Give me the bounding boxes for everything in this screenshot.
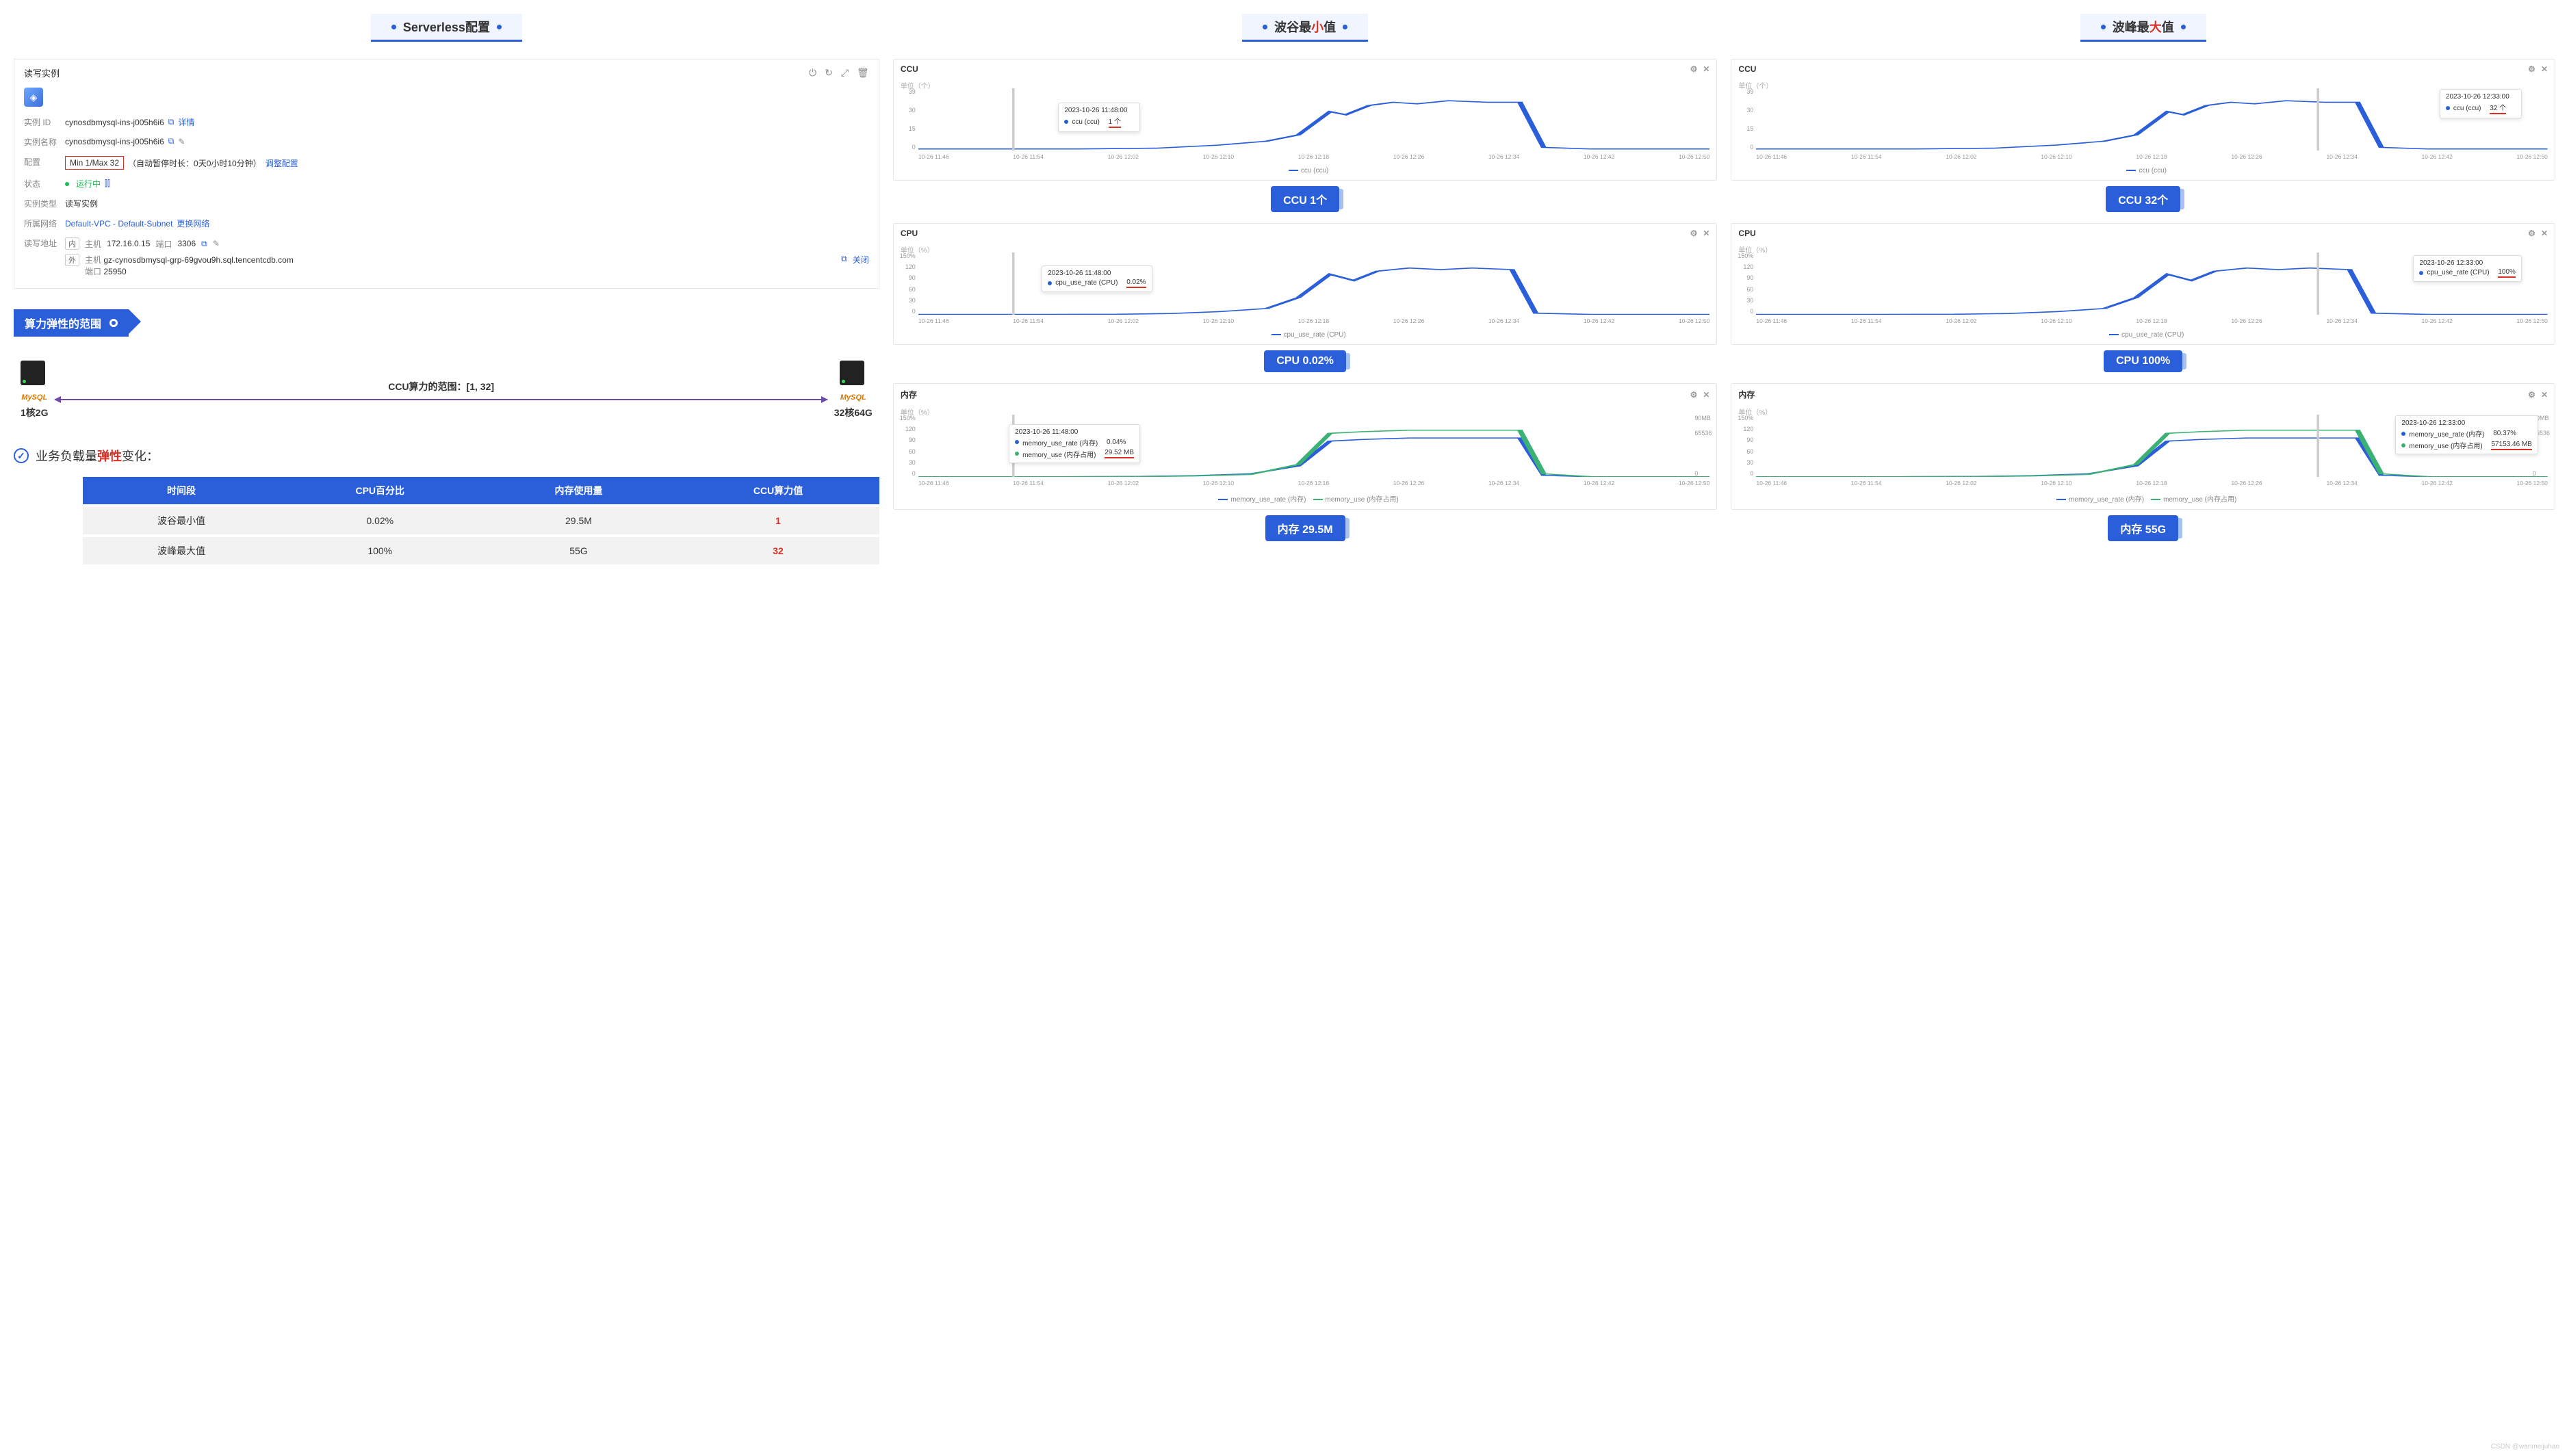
copy-icon[interactable]: ⧉	[841, 254, 847, 264]
tooltip: 2023-10-26 12:33:00 memory_use_rate (内存)…	[2395, 415, 2538, 454]
chart-icon[interactable]: ⤢	[841, 67, 849, 79]
edit-icon[interactable]: ✎	[213, 239, 220, 248]
config-minmax: Min 1/Max 32	[65, 156, 124, 170]
gear-icon[interactable]: ⚙	[2528, 390, 2535, 400]
load-table: 时间段 CPU百分比 内存使用量 CCU算力值 波谷最小值 0.02% 29.5…	[83, 477, 879, 564]
close-icon[interactable]: ✕	[2541, 64, 2548, 74]
change-network-link[interactable]: 更换网络	[177, 218, 209, 229]
range-title: 算力弹性的范围	[14, 309, 879, 337]
section-header-peak: 波峰最大值	[2080, 14, 2206, 42]
badge-mem-peak: 内存 55G	[2108, 515, 2178, 541]
gear-icon[interactable]: ⚙	[2528, 229, 2535, 238]
tooltip: 2023-10-26 11:48:00 ccu (ccu) 1 个	[1058, 103, 1140, 132]
status-dot-icon	[65, 182, 69, 186]
check-icon: ✓	[14, 448, 29, 463]
tooltip: 2023-10-26 11:48:00 cpu_use_rate (CPU) 0…	[1042, 265, 1152, 292]
bullet-load: ✓ 业务负载量弹性变化：	[14, 447, 879, 465]
delete-icon[interactable]: 🗑	[857, 67, 869, 79]
table-row: 波谷最小值 0.02% 29.5M 1	[83, 506, 879, 536]
tooltip: 2023-10-26 12:33:00 ccu (ccu) 32 个	[2440, 89, 2522, 118]
badge-ccu-trough: CCU 1个	[1271, 186, 1339, 212]
chart-ccu-peak: CCU⚙✕ 单位（个） 3930150 2023-10-26 12:33:00 …	[1731, 59, 2555, 181]
badge-cpu-trough: CPU 0.02%	[1264, 350, 1346, 372]
section-header-trough: 波谷最小值	[1242, 14, 1368, 42]
section-header-serverless: Serverless配置	[371, 14, 522, 42]
gear-icon[interactable]: ⚙	[1690, 390, 1698, 400]
chart-cpu-peak: CPU⚙✕ 单位（%） 150%1209060300 2023-10-26 12…	[1731, 223, 2555, 345]
instance-panel: 读写实例 ⏻ ↻ ⤢ 🗑 ◈ 实例 ID cynosdbmysql-ins-j0…	[14, 59, 879, 289]
chart-mem-peak: 内存⚙✕ 单位（%） 150%1209060300 90MB655360 202…	[1731, 383, 2555, 510]
badge-mem-trough: 内存 29.5M	[1265, 515, 1345, 541]
power-icon[interactable]: ⏻	[809, 67, 816, 79]
gear-icon[interactable]: ⚙	[1690, 64, 1698, 74]
close-icon[interactable]: ✕	[1703, 229, 1709, 238]
copy-icon[interactable]: ⧉	[168, 117, 175, 127]
gear-icon[interactable]: ⚙	[2528, 64, 2535, 74]
table-row: 波峰最大值 100% 55G 32	[83, 536, 879, 564]
tooltip: 2023-10-26 12:33:00 cpu_use_rate (CPU) 1…	[2413, 255, 2522, 282]
server-icon	[21, 361, 48, 392]
close-link[interactable]: 关闭	[853, 254, 869, 265]
close-icon[interactable]: ✕	[1703, 390, 1709, 400]
badge-cpu-peak: CPU 100%	[2104, 350, 2182, 372]
close-icon[interactable]: ✕	[2541, 390, 2548, 400]
db-icon: ◈	[24, 88, 43, 107]
server-icon	[840, 361, 867, 392]
copy-icon[interactable]: ⧉	[201, 239, 207, 249]
chart-ccu-trough: CCU⚙✕ 单位（个） 3930150 2023-10-26 11:48:00 …	[893, 59, 1718, 181]
instance-detail-link[interactable]: 详情	[178, 116, 194, 128]
range-diagram: MySQL 1核2G CCU算力的范围：[1, 32] MySQL 32核64G	[14, 361, 879, 419]
close-icon[interactable]: ✕	[1703, 64, 1709, 74]
badge-ccu-peak: CCU 32个	[2106, 186, 2180, 212]
range-arrow	[55, 399, 827, 400]
watermark: CSDN @wanmeijuhao	[2491, 1443, 2559, 1451]
instance-panel-title: 读写实例	[24, 66, 60, 79]
chart-mem-trough: 内存⚙✕ 单位（%） 150%1209060300 90MB655360 202…	[893, 383, 1718, 510]
adjust-config-link[interactable]: 调整配置	[266, 157, 298, 169]
chart-cpu-trough: CPU⚙✕ 单位（%） 150%1209060300 2023-10-26 11…	[893, 223, 1718, 345]
close-icon[interactable]: ✕	[2541, 229, 2548, 238]
edit-icon[interactable]: ✎	[178, 137, 185, 146]
bars-icon[interactable]: ⫿⫿	[105, 179, 110, 189]
copy-icon[interactable]: ⧉	[168, 136, 175, 146]
refresh-icon[interactable]: ↻	[825, 67, 833, 79]
gear-icon[interactable]: ⚙	[1690, 229, 1698, 238]
tooltip: 2023-10-26 11:48:00 memory_use_rate (内存)…	[1009, 424, 1140, 463]
